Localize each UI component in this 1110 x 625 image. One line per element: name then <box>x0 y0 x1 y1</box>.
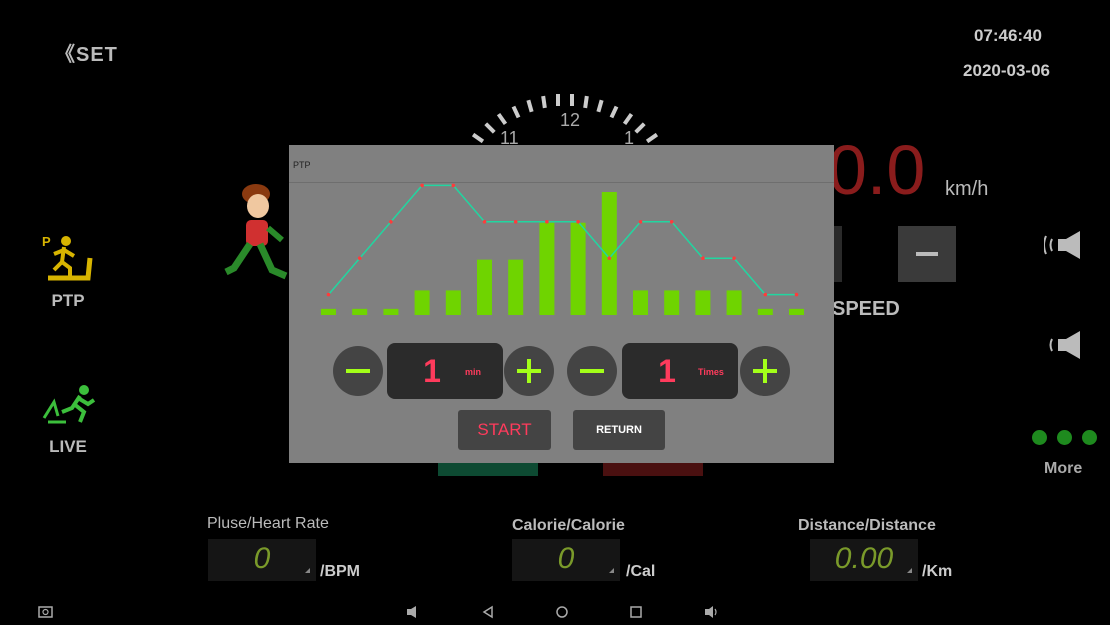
start-button[interactable]: START <box>458 410 551 450</box>
heart-rate-box: 0 <box>208 539 316 581</box>
clock-date: 2020-03-06 <box>963 61 1050 80</box>
corner-indicator-icon <box>609 568 614 573</box>
volume-up-nav-icon[interactable] <box>703 605 719 619</box>
heart-rate-value: 0 <box>253 542 271 575</box>
ptp-profile-chart <box>321 183 804 315</box>
ptp-bar <box>726 290 742 315</box>
ptp-bar <box>789 308 804 315</box>
calorie-unit: /Cal <box>626 563 656 580</box>
ptp-profile-point <box>545 220 549 224</box>
ptp-profile-point <box>669 220 674 224</box>
ptp-bar <box>445 290 461 315</box>
ptp-bar <box>477 259 492 315</box>
ptp-dialog: PTP 1 min 1 Times START RETURN <box>289 145 834 463</box>
time-increase-button[interactable] <box>504 346 554 396</box>
ptp-bar <box>757 308 773 315</box>
runner-illustration <box>224 184 288 280</box>
ptp-profile-point <box>482 220 487 224</box>
mode-live-button[interactable]: LIVE <box>38 382 98 457</box>
ptp-bar <box>601 192 617 315</box>
set-label: SET <box>76 44 118 66</box>
start-tab-background <box>438 462 538 476</box>
clock-time: 07:46:40 <box>973 26 1042 45</box>
heart-rate-unit: /BPM <box>320 563 360 580</box>
live-run-icon <box>42 385 96 424</box>
home-nav-icon[interactable] <box>555 605 569 619</box>
ptp-profile-point <box>389 220 393 224</box>
time-display: 1 min <box>387 343 503 399</box>
back-nav-icon[interactable] <box>481 605 495 619</box>
speed-value: 0.0 <box>828 131 926 209</box>
volume-up-icon[interactable] <box>1044 230 1088 260</box>
calorie-value: 0 <box>557 542 575 575</box>
stop-tab-background <box>603 462 703 476</box>
more-dots-icon[interactable] <box>1032 430 1097 445</box>
ptp-profile-point <box>357 256 362 260</box>
ptp-profile-point <box>638 220 643 224</box>
ptp-bar <box>570 222 586 315</box>
ptp-treadmill-icon: P <box>42 234 93 281</box>
ptp-profile-line <box>327 184 797 296</box>
ptp-bar <box>633 290 648 315</box>
calorie-title: Calorie/Calorie <box>512 517 625 534</box>
ptp-bar <box>383 308 399 315</box>
distance-box: 0.00 <box>810 539 918 581</box>
distance-value: 0.00 <box>834 542 894 575</box>
recents-nav-icon[interactable] <box>629 605 643 619</box>
mode-ptp-button[interactable]: P PTP <box>38 232 98 311</box>
corner-indicator-icon <box>907 568 912 573</box>
ptp-profile-point <box>513 220 518 224</box>
dial-number-12: 12 <box>560 110 580 130</box>
time-unit: min <box>465 367 482 377</box>
speed-minus-button[interactable] <box>898 226 956 282</box>
ptp-profile-point <box>576 220 580 224</box>
ptp-profile-point <box>420 183 424 188</box>
times-unit: Times <box>698 367 724 377</box>
dial-gauge: 11 12 1 <box>471 94 659 148</box>
distance-unit: /Km <box>922 563 953 580</box>
time-value: 1 <box>423 353 441 389</box>
ptp-profile-point <box>794 292 799 297</box>
ptp-profile-point <box>607 256 612 260</box>
ptp-bar <box>321 308 336 315</box>
ptp-profile-point <box>326 292 331 297</box>
ptp-bar <box>664 290 680 315</box>
ptp-bar <box>414 290 430 315</box>
ptp-bar <box>352 308 368 315</box>
double-chevron-left-icon: 《 <box>55 44 76 66</box>
ptp-profile-point <box>701 256 705 260</box>
ptp-profile-point <box>451 183 456 188</box>
speed-unit: km/h <box>945 178 989 200</box>
more-label[interactable]: More <box>1044 460 1082 478</box>
volume-down-nav-icon[interactable] <box>405 605 419 619</box>
times-display: 1 Times <box>622 343 738 399</box>
volume-down-icon[interactable] <box>1044 330 1088 360</box>
set-back-button[interactable]: 《SET <box>55 38 118 67</box>
return-button[interactable]: RETURN <box>573 410 665 450</box>
corner-indicator-icon <box>305 568 310 573</box>
ptp-profile-point <box>763 292 768 297</box>
screenshot-icon[interactable] <box>38 604 54 618</box>
svg-text:P: P <box>42 234 51 249</box>
speed-label: SPEED <box>832 298 900 320</box>
ptp-bar <box>695 290 711 315</box>
mode-live-label: LIVE <box>49 437 87 456</box>
calorie-box: 0 <box>512 539 620 581</box>
times-increase-button[interactable] <box>740 346 790 396</box>
distance-title: Distance/Distance <box>798 517 936 534</box>
ptp-profile-point <box>732 256 736 260</box>
heart-rate-title: Pluse/Heart Rate <box>207 515 329 532</box>
mode-ptp-label: PTP <box>51 291 85 310</box>
time-decrease-button[interactable] <box>333 346 383 396</box>
ptp-bar <box>539 222 555 315</box>
ptp-bar <box>508 259 524 315</box>
times-decrease-button[interactable] <box>567 346 617 396</box>
